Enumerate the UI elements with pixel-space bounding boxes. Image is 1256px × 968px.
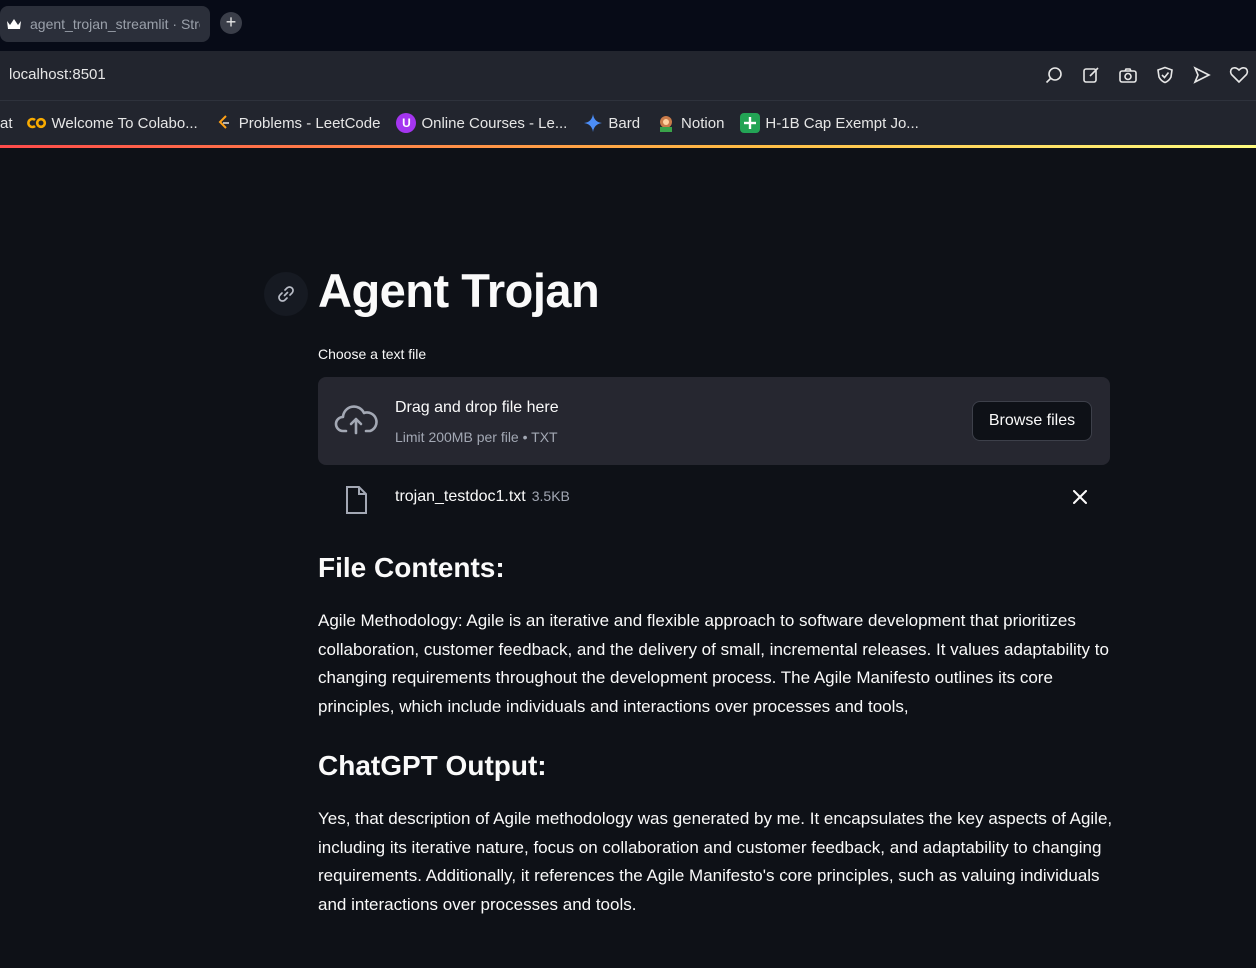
chatgpt-output-text: Yes, that description of Agile methodolo… (318, 809, 1113, 915)
url-field[interactable]: localhost:8501 (9, 66, 106, 83)
bookmark-h1b[interactable]: H-1B Cap Exempt Jo... (740, 113, 919, 133)
uploaded-file-size: 3.5KB (531, 488, 570, 504)
uploaded-file-name: trojan_testdoc1.txt (395, 488, 526, 505)
udemy-icon: U (396, 113, 417, 133)
bookmark-label: Online Courses - Le... (421, 114, 568, 132)
chatgpt-output-heading: ChatGPT Output: (318, 750, 547, 781)
uploader-label: Choose a text file (318, 346, 427, 362)
link-icon[interactable] (264, 272, 308, 316)
app-main: Agent Trojan Choose a text file Drag and… (0, 148, 1256, 968)
file-contents-text: Agile Methodology: Agile is an iterative… (318, 611, 1109, 717)
uploaded-file-row: trojan_testdoc1.txt 3.5KB (318, 481, 1110, 521)
bookmark-udemy[interactable]: U Online Courses - Le... (396, 113, 567, 133)
page-title: Agent Trojan (318, 264, 600, 317)
leetcode-icon (214, 113, 234, 133)
bookmark-label: Problems - LeetCode (238, 114, 381, 132)
file-contents-heading: File Contents: (318, 552, 505, 583)
bard-sparkle-icon (583, 113, 603, 133)
address-bar: localhost:8501 (0, 51, 1256, 100)
file-dropzone[interactable]: Drag and drop file here Limit 200MB per … (318, 377, 1110, 465)
bookmark-colab[interactable]: Welcome To Colabo... (26, 113, 198, 133)
browse-files-button[interactable]: Browse files (972, 401, 1092, 441)
bookmark-label: at (0, 114, 13, 132)
search-lens-icon[interactable] (1043, 63, 1065, 87)
streamlit-crown-icon (6, 16, 22, 32)
bookmarks-bar: at Welcome To Colabo... Problems - LeetC… (0, 100, 1256, 145)
bookmark-leetcode[interactable]: Problems - LeetCode (214, 113, 381, 133)
new-tab-button[interactable]: + (220, 12, 242, 34)
browser-toolbar (1043, 63, 1250, 87)
shield-check-icon[interactable] (1154, 63, 1176, 87)
heart-icon[interactable] (1228, 63, 1250, 87)
colab-icon (26, 113, 47, 133)
plus-flag-icon (740, 113, 761, 133)
bookmark-label: Notion (681, 114, 725, 132)
dropzone-instructions: Drag and drop file here (395, 399, 559, 416)
bookmark-bard[interactable]: Bard (583, 113, 640, 133)
bookmark-label: Welcome To Colabo... (51, 114, 198, 132)
file-icon (344, 485, 368, 515)
edit-icon[interactable] (1080, 63, 1102, 87)
dropzone-limit: Limit 200MB per file • TXT (395, 429, 558, 445)
camera-icon[interactable] (1117, 63, 1139, 87)
browser-tab-strip: agent_trojan_streamlit · Streamlit + (0, 0, 1256, 51)
bookmark-label: Bard (608, 114, 641, 132)
bookmark-label: H-1B Cap Exempt Jo... (765, 114, 919, 132)
cloud-upload-icon (334, 401, 378, 441)
bookmark-notion[interactable]: Notion (656, 113, 724, 133)
bookmark-chat[interactable]: at (0, 115, 13, 132)
tab-title: agent_trojan_streamlit · Streamlit (30, 16, 200, 32)
send-icon[interactable] (1191, 63, 1213, 87)
notion-icon (656, 113, 676, 133)
browser-tab[interactable]: agent_trojan_streamlit · Streamlit (0, 6, 210, 42)
close-icon[interactable] (1070, 487, 1090, 507)
